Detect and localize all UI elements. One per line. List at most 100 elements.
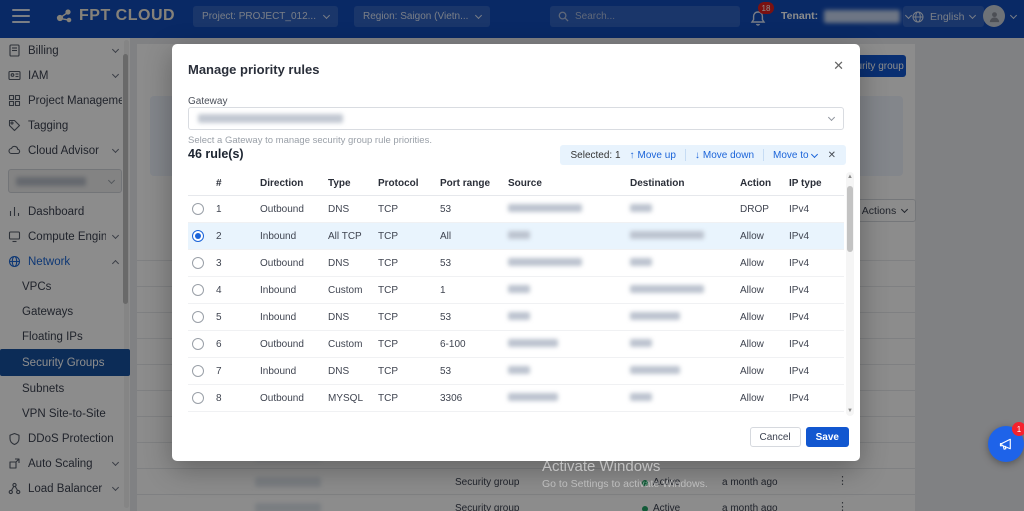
rule-action: Allow: [740, 285, 789, 296]
save-button[interactable]: Save: [806, 427, 849, 447]
rule-radio[interactable]: [192, 284, 204, 296]
modal-title: Manage priority rules: [188, 62, 319, 77]
rule-source: [508, 366, 630, 377]
rule-row[interactable]: 8OutboundMYSQLTCP3306AllowIPv4: [188, 385, 844, 412]
rule-type: DNS: [328, 312, 378, 323]
rule-direction: Inbound: [260, 231, 328, 242]
rule-ip-type: IPv4: [789, 339, 834, 350]
rule-row[interactable]: 6OutboundCustomTCP6-100AllowIPv4: [188, 331, 844, 358]
scroll-up-icon[interactable]: ▲: [846, 174, 854, 180]
arrow-down-icon: ↓: [695, 150, 700, 161]
source-blurred: [508, 231, 530, 239]
rule-action: Allow: [740, 258, 789, 269]
rule-row[interactable]: 4InboundCustomTCP1AllowIPv4: [188, 277, 844, 304]
table-scrollbar[interactable]: ▲ ▼: [846, 172, 854, 416]
rule-radio[interactable]: [192, 230, 204, 242]
destination-blurred: [630, 366, 680, 374]
rule-number: 3: [216, 258, 260, 269]
rule-source: [508, 285, 630, 296]
column-header-ip-type: IP type: [789, 178, 834, 189]
rule-radio[interactable]: [192, 365, 204, 377]
close-icon[interactable]: ✕: [833, 58, 844, 74]
rule-type: All TCP: [328, 231, 378, 242]
rule-protocol: TCP: [378, 312, 440, 323]
rule-number: 5: [216, 312, 260, 323]
rule-direction: Outbound: [260, 393, 328, 404]
destination-blurred: [630, 393, 652, 401]
cancel-button[interactable]: Cancel: [750, 427, 801, 447]
gateway-value-blurred: [198, 114, 343, 123]
announcements-fab[interactable]: 1: [988, 426, 1024, 462]
column-header-: #: [216, 178, 260, 189]
rule-row[interactable]: 1OutboundDNSTCP53DROPIPv4: [188, 196, 844, 223]
rule-type: DNS: [328, 366, 378, 377]
rule-destination: [630, 312, 740, 323]
rule-ip-type: IPv4: [789, 204, 834, 215]
rule-destination: [630, 258, 740, 269]
rule-direction: Inbound: [260, 312, 328, 323]
clear-selection-icon[interactable]: ✕: [828, 150, 836, 161]
rule-number: 7: [216, 366, 260, 377]
manage-priority-rules-modal: Manage priority rules ✕ Gateway Select a…: [172, 44, 860, 461]
move-down-button[interactable]: ↓Move down: [695, 150, 754, 161]
rule-protocol: TCP: [378, 366, 440, 377]
source-blurred: [508, 366, 530, 374]
rule-action: Allow: [740, 339, 789, 350]
arrow-up-icon: ↑: [630, 150, 635, 161]
column-header-type: Type: [328, 178, 378, 189]
priority-rules-table: #DirectionTypeProtocolPort rangeSourceDe…: [188, 172, 844, 412]
column-header-destination: Destination: [630, 178, 740, 189]
rule-row[interactable]: 5InboundDNSTCP53AllowIPv4: [188, 304, 844, 331]
source-blurred: [508, 339, 558, 347]
rule-row[interactable]: 3OutboundDNSTCP53AllowIPv4: [188, 250, 844, 277]
megaphone-icon: [998, 436, 1015, 453]
selected-count: Selected: 1: [570, 150, 620, 161]
rule-ip-type: IPv4: [789, 231, 834, 242]
rule-radio[interactable]: [192, 257, 204, 269]
rule-protocol: TCP: [378, 231, 440, 242]
rule-type: MYSQL: [328, 393, 378, 404]
rule-port-range: 1: [440, 285, 508, 296]
rule-action: DROP: [740, 204, 789, 215]
rule-radio[interactable]: [192, 338, 204, 350]
rule-protocol: TCP: [378, 393, 440, 404]
rule-source: [508, 231, 630, 242]
rule-source: [508, 258, 630, 269]
move-up-button[interactable]: ↑Move up: [630, 150, 676, 161]
destination-blurred: [630, 312, 680, 320]
source-blurred: [508, 204, 582, 212]
scroll-down-icon[interactable]: ▼: [846, 408, 854, 414]
destination-blurred: [630, 204, 652, 212]
rule-protocol: TCP: [378, 258, 440, 269]
column-header-direction: Direction: [260, 178, 328, 189]
rule-source: [508, 312, 630, 323]
move-to-dropdown[interactable]: Move to: [773, 150, 817, 161]
rule-row[interactable]: 7InboundDNSTCP53AllowIPv4: [188, 358, 844, 385]
rule-port-range: 6-100: [440, 339, 508, 350]
rule-action: Allow: [740, 231, 789, 242]
rule-source: [508, 204, 630, 215]
rule-number: 6: [216, 339, 260, 350]
rule-radio[interactable]: [192, 392, 204, 404]
rule-protocol: TCP: [378, 285, 440, 296]
rule-port-range: 53: [440, 258, 508, 269]
rule-destination: [630, 393, 740, 404]
rule-protocol: TCP: [378, 204, 440, 215]
rule-type: Custom: [328, 339, 378, 350]
gateway-helper-text: Select a Gateway to manage security grou…: [188, 135, 432, 146]
rule-radio[interactable]: [192, 203, 204, 215]
rule-direction: Inbound: [260, 285, 328, 296]
rule-ip-type: IPv4: [789, 366, 834, 377]
destination-blurred: [630, 231, 704, 239]
chevron-down-icon: [828, 114, 835, 121]
gateway-select[interactable]: [188, 107, 844, 130]
destination-blurred: [630, 285, 704, 293]
rule-destination: [630, 231, 740, 242]
rule-action: Allow: [740, 393, 789, 404]
rule-direction: Inbound: [260, 366, 328, 377]
rule-radio[interactable]: [192, 311, 204, 323]
rule-type: Custom: [328, 285, 378, 296]
rule-row[interactable]: 2InboundAll TCPTCPAllAllowIPv4: [188, 223, 844, 250]
rule-destination: [630, 366, 740, 377]
scroll-thumb[interactable]: [847, 186, 853, 252]
